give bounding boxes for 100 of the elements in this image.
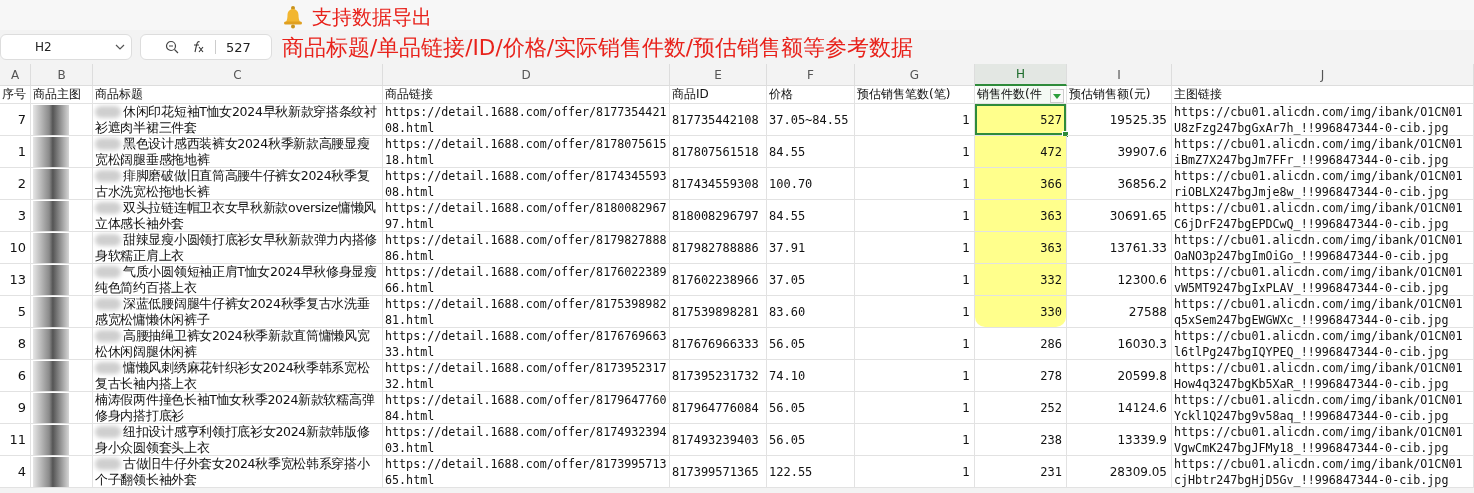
row-number: 8 [16,335,27,352]
column-header[interactable]: B [31,64,93,86]
table-cell-text: 黑色设计感西装裤女2024秋季新款高腰显瘦宽松阔腿垂感拖地裤 [94,135,371,168]
table-cell-text: 高腰抽绳卫裤女2024秋季新款直筒慵懒风宽松休闲阔腿休闲裤 [94,327,371,360]
row-number: 2 [16,175,27,192]
column-header[interactable]: J [1172,64,1474,86]
table-cell[interactable]: 363 [975,200,1066,231]
table-cell-text: 休闲印花短袖T恤女2024早秋新款穿搭条纹衬衫遮肉半裙三件套 [94,103,378,136]
table-cell-text: 36856.2 [1116,175,1168,192]
table-cell-text: 817493239403 [671,431,760,448]
table-cell[interactable]: 278 [975,360,1066,391]
blurred-text [95,362,121,374]
table-cell-text: 817539898281 [671,303,760,320]
table-cell[interactable]: 363 [975,232,1066,263]
row-number: 10 [8,239,27,256]
header-cell: 商品主图 [33,86,81,103]
table-cell-text: 84.55 [768,207,807,224]
table-cell[interactable]: 330 [975,296,1066,327]
blurred-text [95,106,121,118]
photo-placeholder [33,104,69,135]
table-cell-text: 818008296797 [671,207,760,224]
blurred-text [95,138,121,150]
row-number: 3 [16,207,27,224]
column-header[interactable]: I [1067,64,1172,86]
row-number: 6 [16,367,27,384]
row-number: 5 [16,303,27,320]
table-cell-text: 817602238966 [671,271,760,288]
blurred-text [95,202,121,214]
table-cell-text: 37.91 [768,239,807,256]
table-cell-text: 39907.6 [1116,143,1168,160]
table-cell-text: 56.05 [768,335,807,352]
table-cell-text: https://detail.1688.com/offer/817399571365.html [384,455,668,488]
photo-placeholder [33,136,69,167]
table-cell-text: 慵懒风刺绣麻花针织衫女2024秋季韩系宽松复古长袖内搭上衣 [94,359,371,392]
blurred-text [95,330,121,342]
bell-icon [282,5,304,29]
column-header[interactable]: E [670,64,767,86]
zoom-icon [165,40,179,54]
table-cell-text: 双头拉链连帽卫衣女早秋新款oversize慵懒风立体感长袖外套 [94,199,377,232]
table-cell[interactable]: 472 [975,136,1066,167]
table-cell-text: 气质小圆领短袖正肩T恤女2024早秋修身显瘦纯色简约百搭上衣 [94,263,378,296]
table-cell-text: 1 [961,367,971,384]
header-cell: 商品标题 [95,86,143,103]
photo-placeholder [33,328,69,359]
table-cell-text: 37.05 [768,271,807,288]
table-cell[interactable]: 332 [975,264,1066,295]
filter-button[interactable] [1050,89,1064,103]
table-cell-text: 100.70 [768,175,814,192]
column-header[interactable]: C [93,64,383,86]
table-cell-text: 1 [961,239,971,256]
table-cell-text: 817982788886 [671,239,760,256]
table-cell-text: 1 [961,111,971,128]
table-cell-text: 28309.05 [1108,463,1168,480]
table-cell-text: 13339.9 [1116,431,1168,448]
table-cell-text: 74.10 [768,367,807,384]
column-header[interactable]: A [0,64,31,86]
column-header[interactable]: G [855,64,975,86]
table-cell-text: 817964776084 [671,399,760,416]
photo-placeholder [33,232,69,263]
table-cell[interactable]: 252 [975,392,1066,423]
table-cell-text: 1 [961,303,971,320]
column-header[interactable]: F [767,64,855,86]
table-cell[interactable]: 238 [975,424,1066,455]
table-cell-text: 83.60 [768,303,807,320]
blurred-text [95,426,121,438]
table-cell-text: 30691.65 [1108,207,1168,224]
table-cell-text: 12300.6 [1116,271,1168,288]
header-cell: 主图链接 [1174,86,1222,103]
column-header[interactable]: H [975,64,1067,86]
table-cell[interactable]: 366 [975,168,1066,199]
table-cell-text: 817395231732 [671,367,760,384]
photo-placeholder [33,392,69,423]
header-cell: 商品链接 [385,86,433,103]
table-cell-text: 817399571365 [671,463,760,480]
table-cell-text: 1 [961,271,971,288]
row-number: 9 [16,399,27,416]
blurred-text [95,458,121,470]
table-cell[interactable]: 231 [975,456,1066,487]
table-cell-text: 817735442108 [671,111,760,128]
column-header[interactable]: D [383,64,670,86]
blurred-text [95,298,121,310]
formula-field[interactable]: 527 [140,34,272,60]
annotation-title: 支持数据导出 [312,4,432,30]
header-cell: 销售件数(件 [977,86,1060,103]
annotation-text: 商品标题/单品链接/ID/价格/实际销售件数/预估销售额等参考数据 [282,34,914,62]
header-cell: 预估销售笔数(笔) [857,86,951,103]
table-cell-text: 56.05 [768,399,807,416]
row-number: 1 [16,143,27,160]
table-cell-text: 37.05~84.55 [768,111,850,128]
table-cell-text: 痱脚磨破做旧直筒高腰牛仔裤女2024秋季复古水洗宽松拖地长裤 [94,167,371,200]
table-cell[interactable]: 286 [975,328,1066,359]
table-cell-text: 817676966333 [671,335,760,352]
table-cell-text: 16030.3 [1116,335,1168,352]
table-cell[interactable]: 527 [975,104,1066,135]
table-cell-text: 122.55 [768,463,814,480]
table-cell-text: 84.55 [768,143,807,160]
table-cell-text: 1 [961,175,971,192]
name-box[interactable]: H2 [0,34,132,60]
table-cell-text: 楠涛假两件撞色长袖T恤女秋季2024新款软糯高弹修身内搭打底衫 [94,391,376,424]
header-cell: 预估销售额(元) [1069,86,1151,103]
